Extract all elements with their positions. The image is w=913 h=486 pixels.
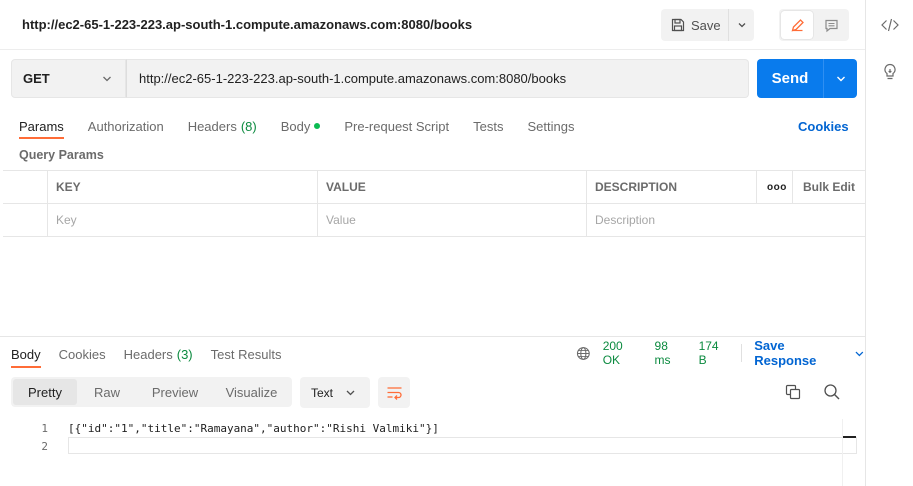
tab-label: Body (280, 118, 311, 134)
request-title[interactable]: http://ec2-65-1-223-223.ap-south-1.compu… (22, 17, 472, 32)
lightbulb-icon[interactable] (880, 62, 900, 82)
url-value: http://ec2-65-1-223-223.ap-south-1.compu… (139, 71, 567, 86)
status-code[interactable]: 200 OK (603, 339, 643, 367)
save-label: Save (691, 17, 721, 33)
response-tabs: Body Cookies Headers (3) Test Results (11, 341, 282, 368)
save-button-group: Save (661, 9, 754, 41)
scroll-position-marker (843, 436, 856, 438)
globe-icon[interactable] (576, 346, 591, 361)
tab-body[interactable]: Body (281, 114, 321, 138)
tab-label: Pre-request Script (344, 118, 450, 134)
response-body-editor[interactable]: 1 [{"id":"1","title":"Ramayana","author"… (11, 419, 857, 455)
table-row: Key Value Description (3, 204, 865, 237)
response-tab-body[interactable]: Body (11, 341, 41, 368)
view-visualize[interactable]: Visualize (213, 379, 290, 405)
chevron-down-icon (346, 390, 355, 396)
response-time[interactable]: 98 ms (655, 339, 687, 367)
response-tab-test-results[interactable]: Test Results (211, 341, 282, 367)
url-input[interactable]: http://ec2-65-1-223-223.ap-south-1.compu… (126, 59, 749, 98)
response-headers-count: (3) (176, 346, 193, 362)
chevron-down-icon (836, 76, 845, 81)
bulk-edit-button[interactable]: Bulk Edit (793, 171, 865, 203)
tab-label: Tests (473, 118, 504, 134)
right-sidebar (865, 0, 913, 486)
table-header-row: KEY VALUE DESCRIPTION ooo Bulk Edit (3, 171, 865, 204)
view-preview[interactable]: Preview (137, 379, 213, 405)
query-params-label: Query Params (19, 148, 104, 162)
response-view-selector: Pretty Raw Preview Visualize (11, 377, 292, 407)
headers-count: (8) (240, 118, 257, 134)
tab-label: Test Results (210, 346, 282, 362)
request-tabs: Params Authorization Headers (8) Body Pre… (19, 114, 574, 139)
tab-authorization[interactable]: Authorization (88, 114, 164, 138)
search-icon[interactable] (823, 383, 841, 401)
tab-params[interactable]: Params (19, 114, 64, 139)
tab-headers[interactable]: Headers (8) (188, 114, 257, 138)
response-tab-cookies[interactable]: Cookies (59, 341, 106, 367)
edit-comment-toggle (779, 9, 849, 41)
response-tab-headers[interactable]: Headers (3) (124, 341, 193, 367)
key-input[interactable]: Key (48, 204, 318, 236)
tab-label: Headers (123, 346, 173, 362)
method-select[interactable]: GET (11, 59, 126, 98)
format-select[interactable]: Text (300, 377, 370, 408)
save-response-button[interactable]: Save Response (754, 338, 865, 368)
row-checkbox-cell (3, 204, 48, 236)
meta-divider (741, 344, 743, 362)
value-column-header: VALUE (318, 171, 587, 203)
wrap-lines-button[interactable] (378, 377, 410, 408)
response-meta: 200 OK 98 ms 174 B Save Response (576, 338, 865, 368)
tab-label: Params (19, 118, 64, 134)
more-options-button[interactable]: ooo (757, 171, 793, 203)
send-button-group: Send (757, 59, 857, 98)
edit-mode-button[interactable] (781, 11, 813, 39)
body-indicator-dot (314, 123, 321, 129)
send-options-button[interactable] (824, 59, 857, 98)
format-value: Text (311, 385, 334, 400)
active-line-highlight (68, 437, 857, 454)
row-checkbox-column (3, 171, 48, 203)
editor-scrollbar[interactable] (842, 419, 857, 486)
save-response-label: Save Response (754, 338, 817, 368)
query-params-table: KEY VALUE DESCRIPTION ooo Bulk Edit Key … (3, 170, 865, 237)
tab-tests[interactable]: Tests (473, 114, 503, 138)
tab-label: Authorization (87, 118, 164, 134)
tab-label: Headers (187, 118, 237, 134)
key-column-header: KEY (48, 171, 318, 203)
tab-settings[interactable]: Settings (527, 114, 574, 138)
comment-icon (824, 19, 838, 32)
tab-pre-request-script[interactable]: Pre-request Script (344, 114, 449, 138)
save-options-button[interactable] (729, 20, 754, 30)
request-workspace: http://ec2-65-1-223-223.ap-south-1.compu… (0, 0, 865, 486)
code-text: [{"id":"1","title":"Ramayana","author":"… (68, 421, 439, 435)
send-button[interactable]: Send (757, 59, 824, 98)
response-divider[interactable] (0, 336, 865, 337)
description-input[interactable]: Description (587, 204, 865, 236)
code-icon[interactable] (880, 15, 900, 35)
tab-label: Body (11, 346, 41, 362)
description-column-header: DESCRIPTION (587, 171, 757, 203)
save-icon (671, 18, 685, 32)
cookies-link[interactable]: Cookies (798, 114, 849, 138)
save-button[interactable]: Save (661, 9, 729, 41)
edit-icon (791, 18, 804, 31)
value-input[interactable]: Value (318, 204, 587, 236)
copy-icon[interactable] (784, 383, 802, 401)
wrap-lines-icon (387, 387, 402, 400)
tab-label: Settings (527, 118, 575, 134)
line-number: 2 (41, 439, 48, 453)
view-raw[interactable]: Raw (77, 379, 137, 405)
line-number: 1 (41, 421, 48, 435)
chevron-down-icon (738, 23, 745, 28)
comment-mode-button[interactable] (815, 11, 847, 39)
title-divider (0, 49, 865, 50)
chevron-down-icon (855, 351, 864, 356)
code-line: 1 [{"id":"1","title":"Ramayana","author"… (11, 419, 857, 437)
chevron-down-icon (103, 76, 111, 82)
response-size[interactable]: 174 B (699, 339, 730, 367)
view-pretty[interactable]: Pretty (13, 379, 77, 405)
tab-label: Cookies (58, 346, 106, 362)
method-value: GET (23, 71, 50, 86)
